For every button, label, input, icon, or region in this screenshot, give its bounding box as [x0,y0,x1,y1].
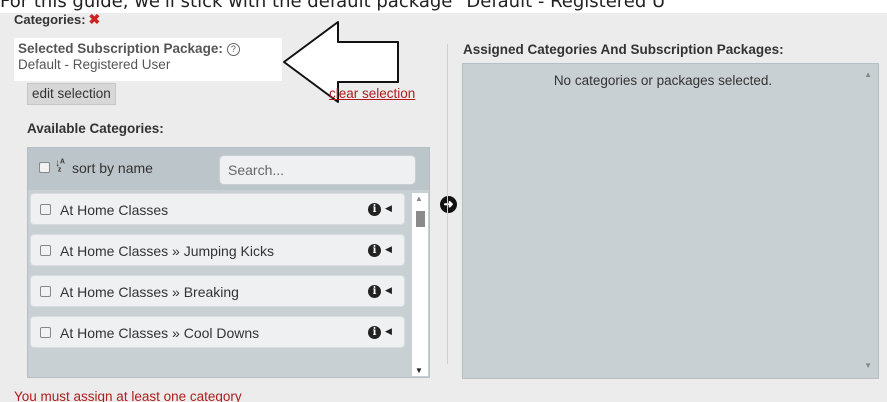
scroll-down-icon[interactable]: ▼ [864,361,872,370]
caret-left-icon[interactable]: ◀ [385,285,392,296]
select-all-checkbox[interactable] [39,162,50,173]
item-checkbox[interactable] [40,286,51,297]
assigned-categories-label: Assigned Categories And Subscription Pac… [463,42,784,57]
clear-selection-link[interactable]: clear selection [329,86,415,101]
list-item[interactable]: At Home Classes » Cool Downs i ◀ [30,316,405,348]
list-scrollbar[interactable]: ▲ ▼ [412,193,428,376]
assigned-empty-message: No categories or packages selected. [553,73,773,88]
categories-header-label: Categories: [14,12,86,27]
item-label: At Home Classes » Cool Downs [60,325,260,341]
info-icon[interactable]: i [368,285,381,298]
search-input[interactable] [219,155,416,185]
scrollbar-thumb[interactable] [416,211,425,227]
subscription-package-box: Selected Subscription Package:? Default … [14,38,282,81]
scroll-up-icon[interactable]: ▲ [415,194,423,203]
sort-by-name-label[interactable]: sort by name [72,160,153,176]
caret-left-icon[interactable]: ◀ [385,326,392,337]
item-label: At Home Classes [60,202,169,218]
scroll-down-icon[interactable]: ▼ [415,366,423,375]
edit-selection-button[interactable]: edit selection [27,83,116,105]
scroll-up-icon[interactable]: ▲ [864,70,872,79]
subscription-package-title: Selected Subscription Package:? [18,41,278,56]
item-label: At Home Classes » Breaking [60,284,239,300]
category-list: At Home Classes i ◀ At Home Classes » Ju… [30,193,405,357]
categories-header: Categories: ✖ [14,11,100,28]
list-toolbar: ↓ᴬ ᶻ sort by name [28,148,429,190]
caret-left-icon[interactable]: ◀ [385,244,392,255]
list-item[interactable]: At Home Classes » Breaking i ◀ [30,275,405,307]
info-icon[interactable]: i [368,203,381,216]
item-checkbox[interactable] [40,245,51,256]
item-checkbox[interactable] [40,327,51,338]
item-checkbox[interactable] [40,204,51,215]
column-divider [447,44,448,364]
available-categories-label: Available Categories: [27,121,164,136]
help-icon[interactable]: ? [226,43,240,56]
available-categories-panel: ↓ᴬ ᶻ sort by name At Home Classes i ◀ At… [27,147,430,378]
list-item[interactable]: At Home Classes » Jumping Kicks i ◀ [30,234,405,266]
item-label: At Home Classes » Jumping Kicks [60,243,274,259]
assigned-categories-panel: No categories or packages selected. ▲ ▼ [462,63,879,379]
subscription-package-value: Default - Registered User [18,57,171,72]
info-icon[interactable]: i [368,326,381,339]
sort-alpha-icon[interactable]: ↓ᴬ ᶻ [55,159,65,177]
move-right-button[interactable]: ➜ [440,196,457,213]
caret-left-icon[interactable]: ◀ [385,203,392,214]
guide-caption-text: For this guide, we'll stick with the def… [0,0,887,13]
validation-error-message: You must assign at least one category [14,389,242,402]
info-icon[interactable]: i [368,244,381,257]
subscription-package-title-label: Selected Subscription Package: [18,41,223,56]
error-x-icon: ✖ [88,11,101,27]
list-item[interactable]: At Home Classes i ◀ [30,193,405,225]
